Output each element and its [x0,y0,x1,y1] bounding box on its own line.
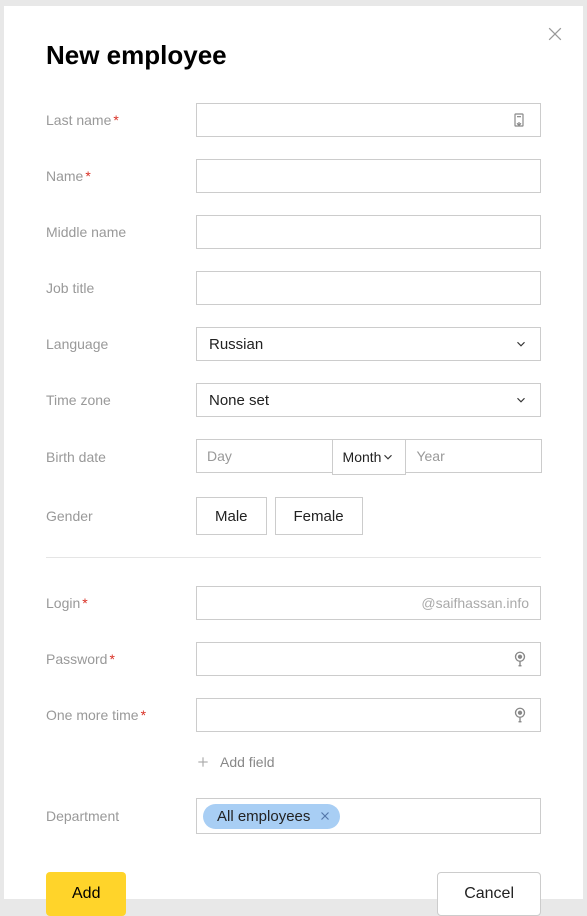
last-name-label: Last name* [46,112,196,128]
time-zone-select[interactable]: None set [196,383,541,417]
chevron-down-icon [514,337,528,351]
cancel-button[interactable]: Cancel [437,872,541,916]
birth-month-select[interactable]: Month [332,439,407,475]
middle-name-label: Middle name [46,224,196,240]
section-divider [46,557,541,558]
language-value: Russian [209,336,263,353]
modal-actions: Add Cancel [46,872,541,916]
job-title-input[interactable] [196,271,541,305]
gender-female-button[interactable]: Female [275,497,363,535]
birth-day-input[interactable] [196,439,333,473]
password-input[interactable] [196,642,541,676]
name-label: Name* [46,168,196,184]
gender-male-button[interactable]: Male [196,497,267,535]
last-name-input[interactable] [196,103,541,137]
password-label: Password* [46,651,196,667]
language-select[interactable]: Russian [196,327,541,361]
add-button[interactable]: Add [46,872,126,916]
close-icon[interactable] [545,24,565,44]
contacts-icon[interactable] [511,112,527,128]
login-label: Login* [46,595,196,611]
name-input[interactable] [196,159,541,193]
add-field-label: Add field [220,754,274,770]
department-field[interactable]: All employees [196,798,541,834]
language-label: Language [46,336,196,352]
plus-icon [196,755,210,769]
department-chip: All employees [203,804,340,829]
add-field-button[interactable]: Add field [196,754,541,770]
department-label: Department [46,808,196,824]
login-input[interactable] [196,586,541,620]
generate-password-icon[interactable] [511,650,529,668]
gender-label: Gender [46,508,196,524]
password-confirm-label: One more time* [46,707,196,723]
middle-name-input[interactable] [196,215,541,249]
generate-password-icon[interactable] [511,706,529,724]
job-title-label: Job title [46,280,196,296]
chevron-down-icon [381,450,395,464]
birth-date-label: Birth date [46,449,196,465]
birth-month-value: Month [343,449,382,465]
department-chip-label: All employees [217,808,310,825]
password-confirm-input[interactable] [196,698,541,732]
time-zone-value: None set [209,392,269,409]
time-zone-label: Time zone [46,392,196,408]
page-title: New employee [46,40,541,71]
new-employee-modal: New employee Last name* Name* [4,6,583,899]
birth-year-input[interactable] [405,439,542,473]
chip-remove-icon[interactable] [318,809,332,823]
chevron-down-icon [514,393,528,407]
